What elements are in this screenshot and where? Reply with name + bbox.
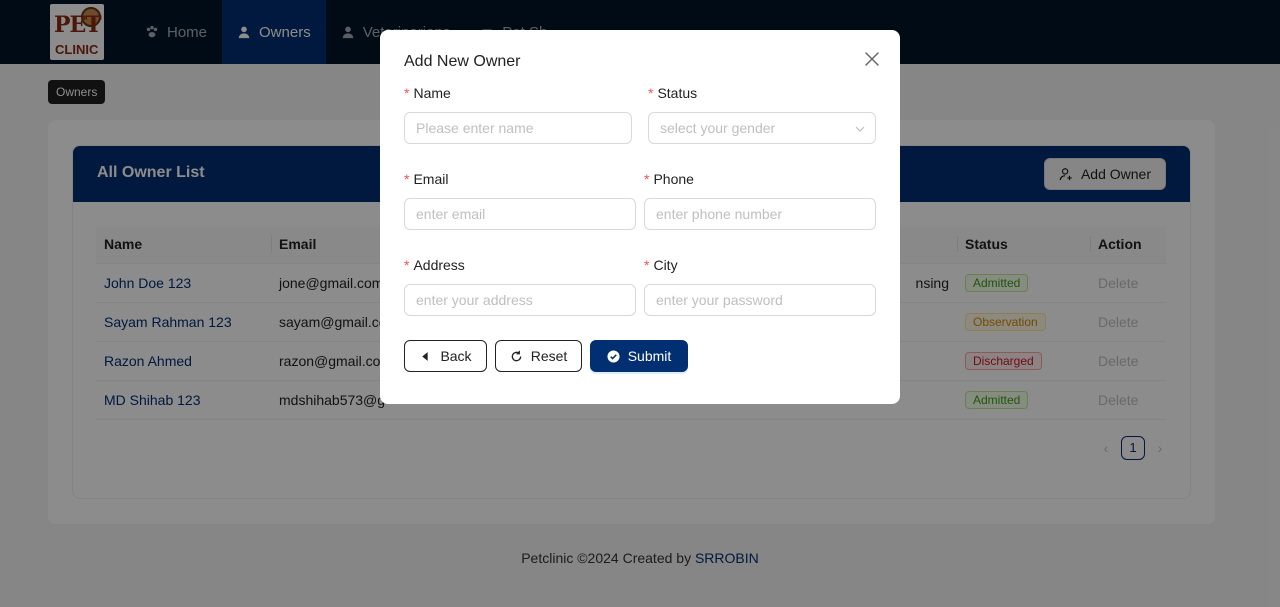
submit-button-label: Submit [627,348,672,364]
name-input[interactable]: Please enter name [404,112,632,144]
submit-button[interactable]: Submit [590,340,688,372]
close-icon [865,52,879,66]
name-label: * Name [404,85,451,101]
modal-title: Add New Owner [404,53,521,70]
caret-left-icon [422,351,429,361]
email-label: * Email [404,171,449,187]
status-label-text: Status [657,85,698,101]
email-input[interactable]: enter email [404,198,636,230]
reload-icon [511,350,522,361]
status-select[interactable]: select your gender [648,112,876,144]
reset-button[interactable]: Reset [495,340,582,372]
back-button[interactable]: Back [404,340,487,372]
email-label-text: Email [413,171,449,187]
close-button[interactable] [862,49,882,69]
city-input[interactable]: enter your password [644,284,876,316]
city-label-text: City [653,257,678,273]
add-owner-modal: Add New Owner * Name Please enter name * S… [380,30,900,404]
phone-label-text: Phone [653,171,694,187]
reset-button-label: Reset [530,348,568,364]
address-label-text: Address [413,257,465,273]
city-label: * City [644,257,678,273]
address-input[interactable]: enter your address [404,284,636,316]
check-circle-icon [607,349,620,363]
phone-input[interactable]: enter phone number [644,198,876,230]
chevron-down-icon [855,126,865,132]
name-label-text: Name [413,85,451,101]
status-select-placeholder: select your gender [660,120,776,136]
status-label: * Status [648,85,698,101]
phone-label: * Phone [644,171,694,187]
address-label: * Address [404,257,465,273]
back-button-label: Back [440,348,472,364]
